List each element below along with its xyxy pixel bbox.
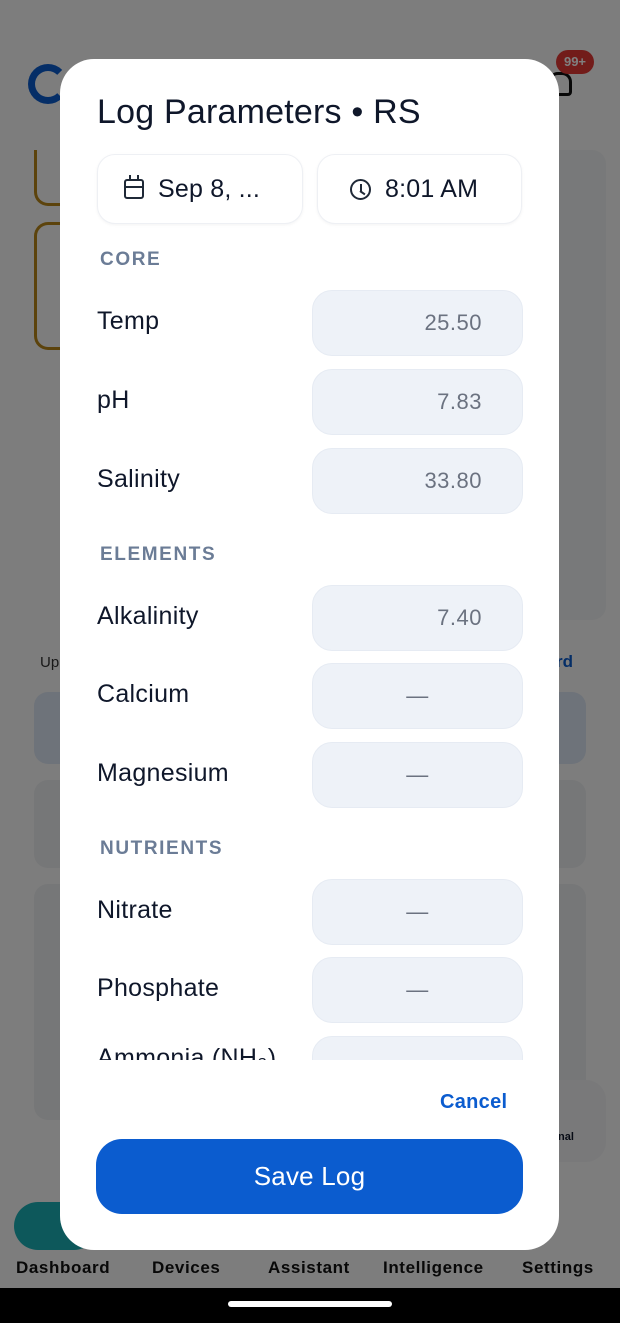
phosphate-input[interactable]: — — [312, 957, 523, 1023]
nitrate-label: Nitrate — [97, 896, 173, 924]
salinity-input[interactable]: 33.80 — [312, 448, 523, 514]
clock-icon — [350, 178, 371, 200]
system-gesture-bar — [0, 1288, 620, 1323]
nitrate-input[interactable]: — — [312, 879, 523, 945]
parameters-list[interactable]: CORE Temp 25.50 pH 7.83 Salinity 33.80 E… — [60, 239, 559, 1060]
temp-label: Temp — [97, 307, 160, 335]
save-log-button[interactable]: Save Log — [96, 1139, 523, 1214]
calendar-icon — [124, 175, 144, 199]
section-nutrients: NUTRIENTS — [100, 838, 224, 859]
cancel-button[interactable]: Cancel — [440, 1091, 507, 1114]
date-picker[interactable]: Sep 8, ... — [97, 154, 303, 224]
calcium-label: Calcium — [97, 680, 190, 708]
magnesium-label: Magnesium — [97, 759, 229, 787]
time-value: 8:01 AM — [385, 174, 479, 203]
log-parameters-modal: Log Parameters • RS Sep 8, ... 8:01 AM C… — [60, 59, 559, 1250]
ammonia-label: Ammonia (NH₃) — [97, 1044, 277, 1060]
calcium-input[interactable]: — — [312, 663, 523, 729]
section-elements: ELEMENTS — [100, 544, 217, 565]
ph-input[interactable]: 7.83 — [312, 369, 523, 435]
phosphate-label: Phosphate — [97, 974, 220, 1002]
alkalinity-label: Alkalinity — [97, 602, 199, 630]
home-indicator[interactable] — [228, 1301, 392, 1307]
modal-title: Log Parameters • RS — [97, 93, 421, 131]
salinity-label: Salinity — [97, 465, 180, 493]
time-picker[interactable]: 8:01 AM — [317, 154, 522, 224]
ammonia-input[interactable] — [312, 1036, 523, 1060]
magnesium-input[interactable]: — — [312, 742, 523, 808]
alkalinity-input[interactable]: 7.40 — [312, 585, 523, 651]
temp-input[interactable]: 25.50 — [312, 290, 523, 356]
ph-label: pH — [97, 386, 130, 414]
section-core: CORE — [100, 249, 162, 270]
date-value: Sep 8, ... — [158, 174, 261, 203]
